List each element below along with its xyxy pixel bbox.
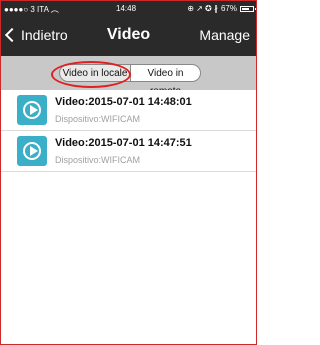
battery-percent: 67% [220, 4, 237, 13]
video-title: Video:2015-07-01 14:48:01 [55, 96, 192, 108]
navigation-bar: Indietro Video Manage [1, 17, 256, 56]
status-bar: ●●●●○ 3 ITA ︵ 14:48 ⊕ ↗ ✪ ∦ 67% [1, 1, 256, 17]
wifi-icon: ︵ [50, 5, 59, 14]
video-title: Video:2015-07-01 14:47:51 [55, 137, 192, 149]
play-icon[interactable] [17, 136, 47, 166]
status-icons: ⊕ ↗ ✪ ∦ [187, 4, 218, 13]
status-indicators: ⊕ ↗ ✪ ∦ 67% [187, 4, 256, 13]
segment-remote-videos[interactable]: Video in remoto [131, 64, 201, 97]
video-device: Dispositivo:WIFICAM [55, 155, 141, 165]
battery-icon [240, 5, 256, 12]
carrier-label: ●●●●○ 3 ITA ︵ [4, 4, 59, 15]
clock: 14:48 [116, 4, 137, 13]
video-list-item[interactable]: Video:2015-07-01 14:47:51 Dispositivo:WI… [1, 131, 256, 172]
play-icon[interactable] [17, 95, 47, 125]
video-list: Video:2015-07-01 14:48:01 Dispositivo:WI… [1, 90, 256, 172]
manage-button[interactable]: Manage [199, 27, 250, 43]
video-list-item[interactable]: Video:2015-07-01 14:48:01 Dispositivo:WI… [1, 90, 256, 131]
video-device: Dispositivo:WIFICAM [55, 114, 141, 124]
app-frame: ●●●●○ 3 ITA ︵ 14:48 ⊕ ↗ ✪ ∦ 67% Indietro… [0, 0, 257, 345]
carrier-text: ●●●●○ 3 ITA [4, 5, 49, 14]
segment-local-videos[interactable]: Video in locale [59, 64, 131, 82]
segmented-control-bar: Video in locale Video in remoto [1, 56, 256, 97]
